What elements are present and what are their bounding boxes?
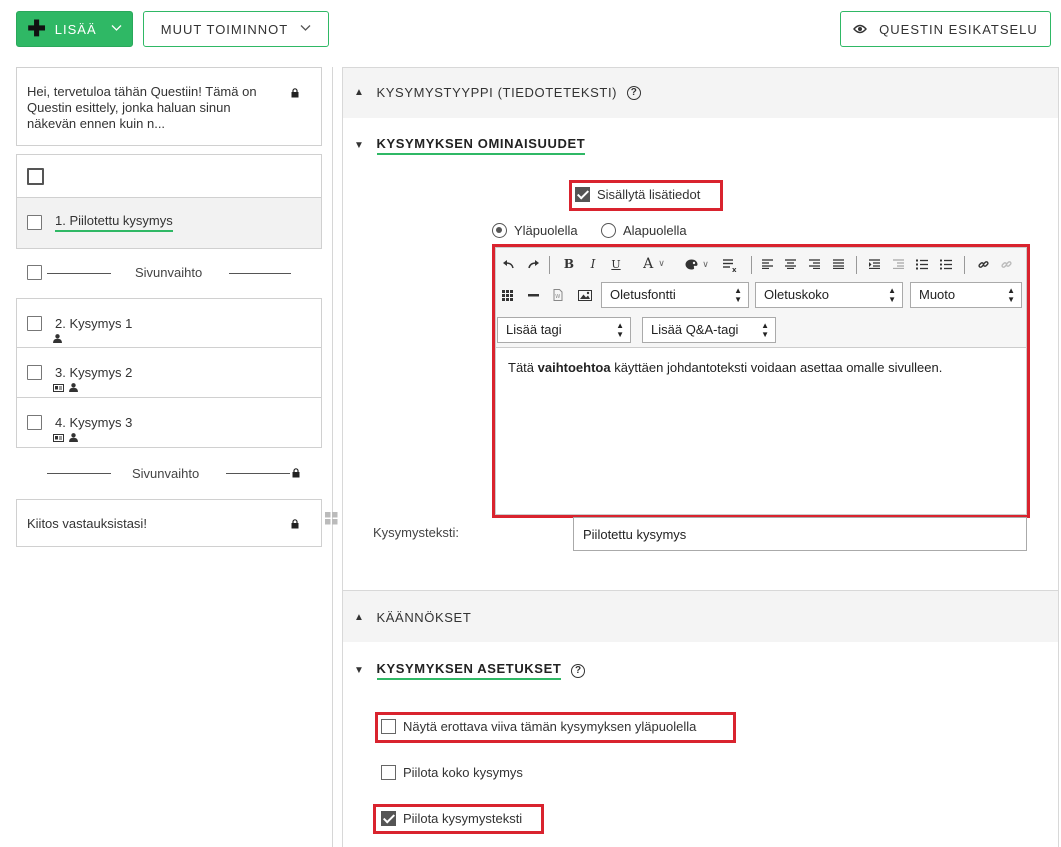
preview-label: QUESTIN ESIKATSELU [879, 21, 1038, 37]
add-button-label: LISÄÄ [54, 21, 97, 37]
hide-question-option[interactable]: Piilota koko kysymys [381, 765, 523, 780]
include-details-checkbox[interactable] [575, 187, 590, 202]
person-icon [53, 334, 62, 343]
properties-header[interactable]: ▼ KYSYMYKSEN OMINAISUUDET [354, 136, 586, 155]
include-details-label: Sisällytä lisätiedot [597, 187, 701, 202]
id-card-icon [53, 433, 64, 442]
select-all-checkbox[interactable] [27, 168, 44, 185]
person-icon [69, 383, 78, 392]
outro-item[interactable]: Kiitos vastauksistasi! [16, 499, 322, 547]
position-below-radio[interactable] [601, 223, 616, 238]
intro-text: Hei, tervetuloa tähän Questiin! Tämä on … [27, 84, 257, 131]
pagebreak-checkbox[interactable] [27, 265, 42, 280]
hide-text-option[interactable]: Piilota kysymysteksti [381, 811, 522, 826]
triangle-down-icon: ▼ [354, 140, 365, 151]
hide-question-label: Piilota koko kysymys [403, 765, 523, 780]
question-label: 1. Piilotettu kysymys [55, 213, 173, 232]
question-label: 3. Kysymys 2 [55, 365, 133, 380]
hide-question-checkbox[interactable] [381, 765, 396, 780]
show-divider-option[interactable]: Näytä erottava viiva tämän kysymyksen yl… [381, 719, 696, 734]
question-label: 4. Kysymys 3 [55, 415, 133, 430]
pagebreak-label: Sivunvaihto [132, 466, 200, 481]
position-above-radio[interactable] [492, 223, 507, 238]
position-above-label: Yläpuolella [514, 223, 578, 238]
preview-button[interactable]: QUESTIN ESIKATSELU [840, 11, 1051, 47]
lock-icon [292, 468, 300, 478]
chevron-down-icon [300, 23, 311, 35]
question-item-2[interactable]: 2. Kysymys 1 [16, 298, 322, 348]
question-checkbox[interactable] [27, 215, 42, 230]
hide-text-label: Piilota kysymysteksti [403, 811, 523, 826]
pagebreak-line [226, 473, 290, 474]
column-divider [332, 67, 333, 847]
plus-icon: ✚ [27, 16, 47, 41]
triangle-up-icon: ▲ [354, 87, 365, 98]
question-item-4[interactable]: 4. Kysymys 3 [16, 398, 322, 448]
question-checkbox[interactable] [27, 415, 42, 430]
resize-handle-icon[interactable] [325, 512, 338, 528]
triangle-up-icon: ▲ [354, 612, 365, 623]
question-type-header[interactable]: ▲ KYSYMYSTYYPPI (TIEDOTETEKSTI) ? [354, 85, 642, 100]
id-card-icon [53, 383, 64, 392]
pagebreak-line [47, 473, 111, 474]
pagebreak-label: Sivunvaihto [135, 265, 203, 280]
lock-icon [291, 519, 299, 529]
translations-header[interactable]: ▲ KÄÄNNÖKSET [354, 610, 471, 625]
settings-header[interactable]: ▼ KYSYMYKSEN ASETUKSET ? [354, 661, 586, 680]
outro-text: Kiitos vastauksistasi! [27, 516, 147, 531]
question-checkbox[interactable] [27, 316, 42, 331]
position-above-option[interactable]: Yläpuolella [492, 223, 578, 238]
show-divider-checkbox[interactable] [381, 719, 396, 734]
position-below-option[interactable]: Alapuolella [601, 223, 687, 238]
question-type-title: KYSYMYSTYYPPI (TIEDOTETEKSTI) [376, 85, 618, 100]
lock-icon [291, 88, 299, 98]
settings-title: KYSYMYKSEN ASETUKSET [376, 661, 562, 680]
help-icon[interactable]: ? [627, 85, 642, 100]
triangle-down-icon: ▼ [354, 665, 365, 676]
add-button[interactable]: ✚ LISÄÄ [16, 11, 133, 47]
properties-title: KYSYMYKSEN OMINAISUUDET [376, 136, 586, 155]
include-details-option[interactable]: Sisällytä lisätiedot [575, 187, 700, 202]
position-below-label: Alapuolella [623, 223, 687, 238]
help-icon[interactable]: ? [571, 663, 586, 678]
pagebreak-line [229, 273, 291, 274]
select-all-row [16, 154, 322, 198]
chevron-down-icon [111, 23, 122, 35]
highlight-box [492, 244, 1030, 518]
translations-title: KÄÄNNÖKSET [376, 610, 472, 625]
person-icon [69, 433, 78, 442]
question-checkbox[interactable] [27, 365, 42, 380]
question-label: 2. Kysymys 1 [55, 316, 133, 331]
eye-icon [853, 21, 868, 37]
question-item-1[interactable]: 1. Piilotettu kysymys [16, 198, 322, 249]
more-actions-label: MUUT TOIMINNOT [160, 21, 289, 37]
show-divider-label: Näytä erottava viiva tämän kysymyksen yl… [403, 719, 697, 734]
hide-text-checkbox[interactable] [381, 811, 396, 826]
question-text-label: Kysymysteksti: [373, 525, 459, 540]
pagebreak-line [47, 273, 111, 274]
more-actions-button[interactable]: MUUT TOIMINNOT [143, 11, 329, 47]
intro-item[interactable]: Hei, tervetuloa tähän Questiin! Tämä on … [16, 67, 322, 146]
question-item-3[interactable]: 3. Kysymys 2 [16, 348, 322, 398]
question-text-input[interactable]: Piilotettu kysymys [573, 517, 1027, 551]
